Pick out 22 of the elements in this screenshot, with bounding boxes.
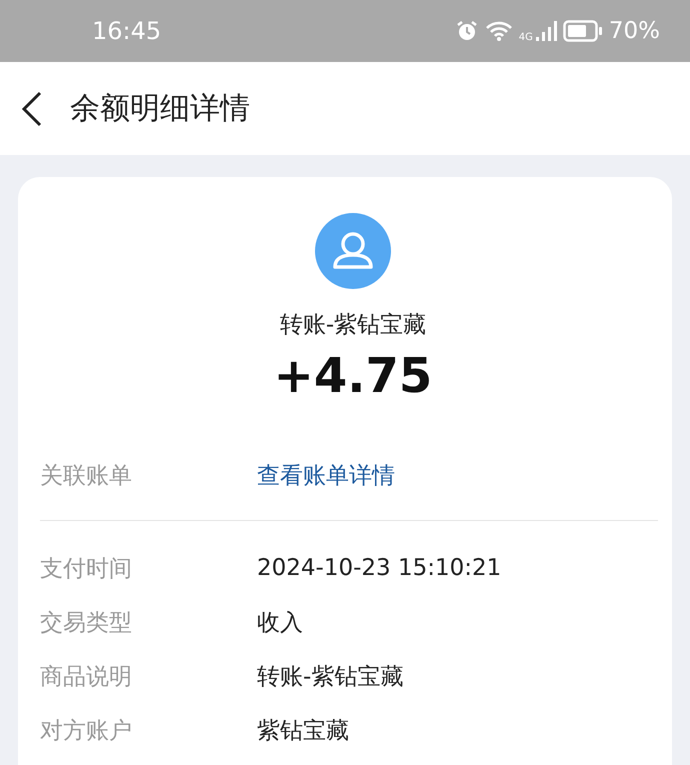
avatar-icon xyxy=(315,213,391,289)
back-icon[interactable] xyxy=(20,90,44,126)
row-label: 关联账单 xyxy=(40,462,133,490)
row-value: 2024-10-23 15:10:21 xyxy=(257,555,502,581)
payee-name: 转账-紫钻宝藏 xyxy=(280,311,426,340)
status-time: 16:45 xyxy=(92,17,162,45)
network-label: 4G xyxy=(518,32,533,43)
bill-details-link[interactable]: 查看账单详情 xyxy=(257,460,395,490)
alarm-icon xyxy=(454,19,479,43)
row-label: 商品说明 xyxy=(40,662,133,692)
row-value: 收入 xyxy=(257,608,303,638)
wifi-icon xyxy=(484,20,513,42)
row-value: 紫钻宝藏 xyxy=(257,716,349,746)
signal-icon xyxy=(534,20,557,42)
battery-icon xyxy=(562,20,603,42)
battery-percent: 70% xyxy=(608,18,660,44)
amount: +4.75 xyxy=(274,348,432,404)
row-label: 对方账户 xyxy=(40,716,133,746)
page-title: 余额明细详情 xyxy=(70,90,250,128)
row-value: 转账-紫钻宝藏 xyxy=(257,662,404,692)
row-label: 交易类型 xyxy=(40,608,133,638)
row-label: 支付时间 xyxy=(40,554,133,584)
